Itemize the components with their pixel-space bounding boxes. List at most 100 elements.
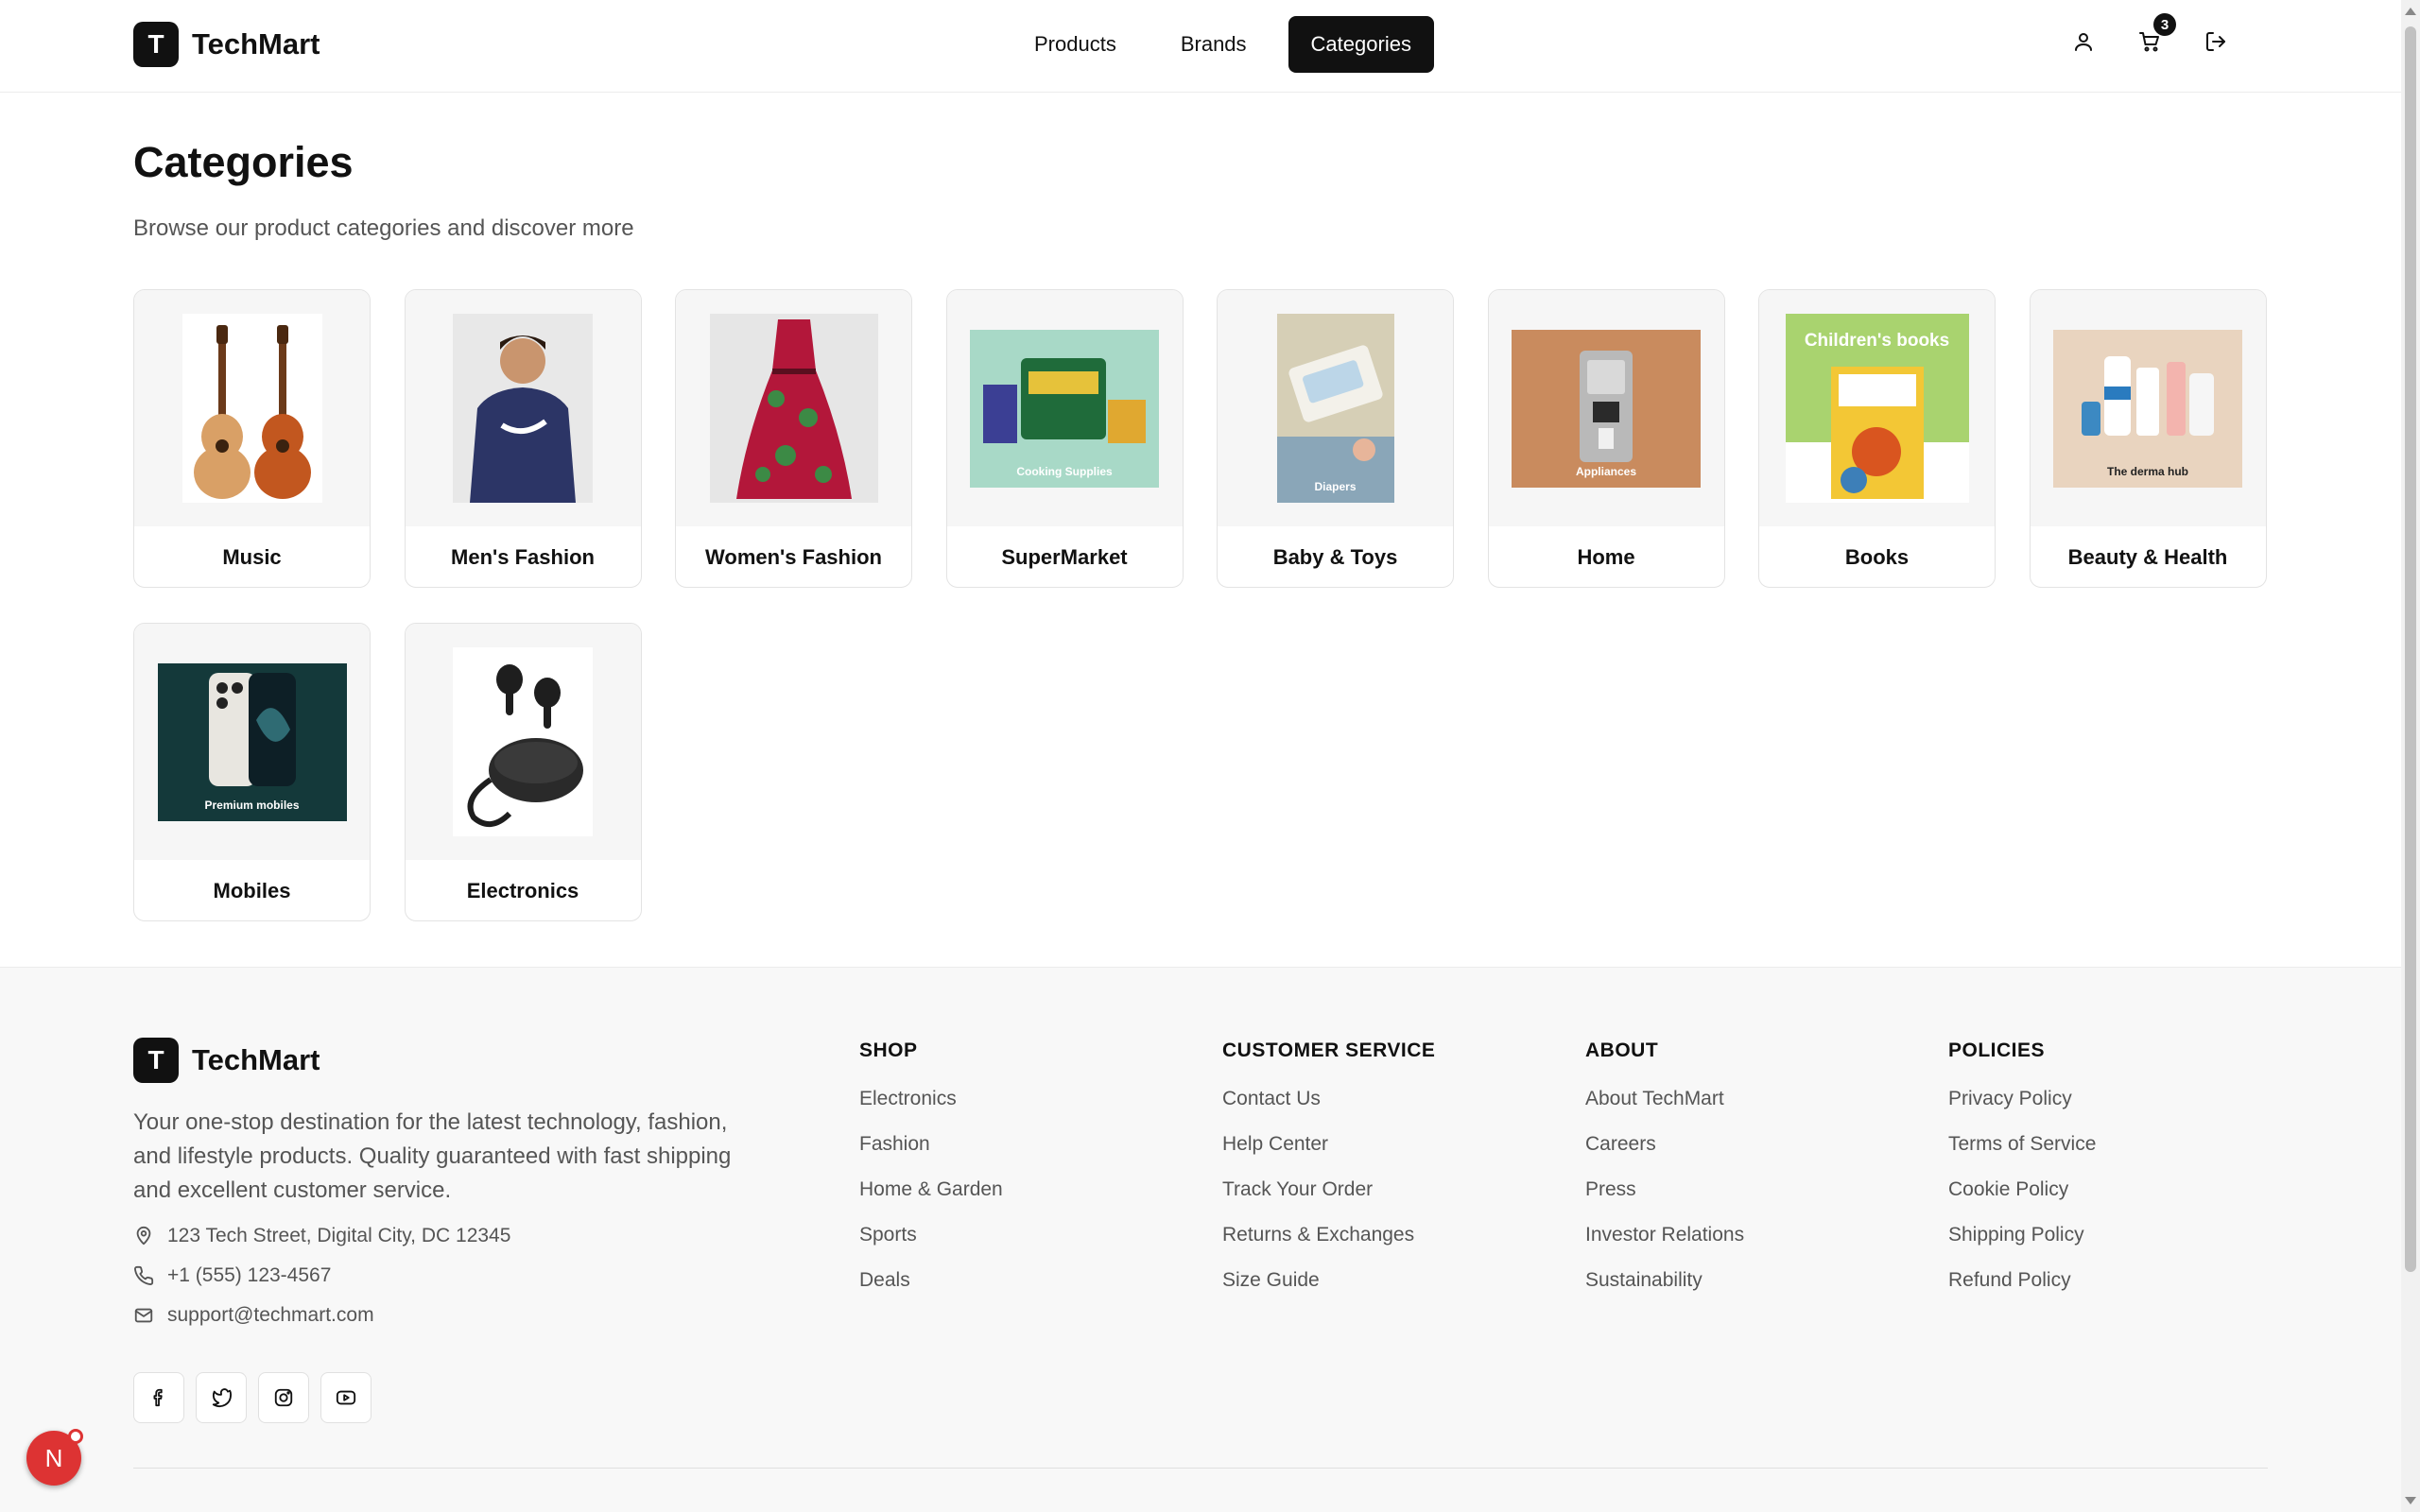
footer-link[interactable]: Cookie Policy <box>1948 1177 2096 1223</box>
footer-link[interactable]: Contact Us <box>1222 1087 1435 1132</box>
floating-avatar-button[interactable]: N <box>26 1429 83 1486</box>
page-scrollbar[interactable] <box>2401 0 2420 1512</box>
footer-col-policies: POLICIES Privacy Policy Terms of Service… <box>1948 1040 2096 1314</box>
footer-col-title: POLICIES <box>1948 1040 2046 1061</box>
youtube-icon[interactable] <box>320 1372 372 1423</box>
header-actions: 3 <box>2070 13 2229 55</box>
footer-link[interactable]: Privacy Policy <box>1948 1087 2096 1132</box>
footer-link[interactable]: Track Your Order <box>1222 1177 1435 1223</box>
address-text: 123 Tech Street, Digital City, DC 12345 <box>167 1225 511 1246</box>
footer-address: 123 Tech Street, Digital City, DC 12345 <box>133 1225 510 1247</box>
location-pin-icon <box>136 1226 151 1246</box>
brand-logo[interactable]: T TechMart <box>133 22 320 67</box>
instagram-icon[interactable] <box>258 1372 309 1423</box>
social-links <box>133 1372 372 1423</box>
logo-mark: T <box>133 22 179 67</box>
cart-count-badge: 3 <box>2153 13 2176 36</box>
main-nav: Products Brands Categories <box>1011 16 1434 73</box>
footer-link[interactable]: Help Center <box>1222 1132 1435 1177</box>
footer-col-title: ABOUT <box>1585 1040 1659 1061</box>
footer-link[interactable]: About TechMart <box>1585 1087 1744 1132</box>
nav-categories[interactable]: Categories <box>1288 16 1434 73</box>
category-card-womens-fashion[interactable]: Women's Fashion <box>675 289 912 588</box>
category-label: Men's Fashion <box>451 545 595 569</box>
footer-link[interactable]: Careers <box>1585 1132 1744 1177</box>
category-card-beauty-health[interactable]: The derma hub Beauty & Health <box>2029 289 2267 588</box>
footer-link[interactable]: Press <box>1585 1177 1744 1223</box>
image-caption: Children's books <box>1804 331 1950 351</box>
category-label: Music <box>222 545 282 569</box>
category-grid: Music Men's Fashion Women's Fashion Cook… <box>133 289 2268 921</box>
scroll-down-arrow-icon[interactable] <box>2405 1497 2416 1504</box>
page-title: Categories <box>133 138 354 186</box>
footer-link[interactable]: Refund Policy <box>1948 1268 2096 1314</box>
category-label: Women's Fashion <box>705 545 882 569</box>
category-card-mens-fashion[interactable]: Men's Fashion <box>404 289 642 588</box>
floral-dress-image <box>709 314 878 503</box>
footer-link[interactable]: Shipping Policy <box>1948 1223 2096 1268</box>
phone-icon <box>134 1265 154 1285</box>
childrens-books-image: Children's books <box>1785 314 1969 503</box>
category-card-supermarket[interactable]: Cooking Supplies SuperMarket <box>945 289 1184 588</box>
footer-link[interactable]: Returns & Exchanges <box>1222 1223 1435 1268</box>
image-caption: Cooking Supplies <box>1016 464 1113 478</box>
footer-link[interactable]: Sports <box>859 1223 1003 1268</box>
premium-mobiles-image: Premium mobiles <box>157 662 347 821</box>
footer-link[interactable]: Deals <box>859 1268 1003 1314</box>
guitars-image <box>182 314 322 503</box>
logo-text: TechMart <box>192 1043 320 1076</box>
earbuds-image <box>453 647 593 836</box>
category-card-home[interactable]: Appliances Home <box>1487 289 1725 588</box>
cart-icon[interactable]: 3 <box>2136 13 2176 55</box>
twitter-icon[interactable] <box>196 1372 247 1423</box>
footer-description: Your one-stop destination for the latest… <box>133 1109 732 1203</box>
image-caption: The derma hub <box>2106 464 2188 478</box>
page-subtitle: Browse our product categories and discov… <box>133 215 634 241</box>
facebook-icon[interactable] <box>133 1372 184 1423</box>
scrollbar-thumb[interactable] <box>2405 26 2416 1272</box>
footer-col-title: CUSTOMER SERVICE <box>1222 1040 1436 1061</box>
category-card-music[interactable]: Music <box>133 289 371 588</box>
notification-dot <box>68 1429 83 1444</box>
category-card-mobiles[interactable]: Premium mobiles Mobiles <box>133 623 371 921</box>
logo-text: TechMart <box>192 27 320 60</box>
hoodie-model-image <box>453 314 593 503</box>
derma-hub-image: The derma hub <box>2053 329 2242 488</box>
footer-link[interactable]: Fashion <box>859 1132 1003 1177</box>
footer-phone: +1 (555) 123-4567 <box>133 1264 331 1287</box>
scroll-up-arrow-icon[interactable] <box>2405 8 2416 15</box>
image-caption: Premium mobiles <box>204 798 300 812</box>
category-card-baby-toys[interactable]: Diapers Baby & Toys <box>1217 289 1454 588</box>
image-caption: Appliances <box>1575 464 1637 478</box>
image-caption: Diapers <box>1314 480 1357 493</box>
footer-link[interactable]: Size Guide <box>1222 1268 1435 1314</box>
footer-link[interactable]: Sustainability <box>1585 1268 1744 1314</box>
footer-col-shop: SHOP Electronics Fashion Home & Garden S… <box>859 1040 1003 1314</box>
category-card-books[interactable]: Children's books Books <box>1758 289 1996 588</box>
category-label: Beauty & Health <box>2067 545 2228 569</box>
site-footer: T TechMart Your one-stop destination for… <box>0 967 2401 1512</box>
logo-mark: T <box>133 1038 179 1083</box>
footer-link[interactable]: Investor Relations <box>1585 1223 1744 1268</box>
user-icon[interactable] <box>2070 28 2097 55</box>
category-label: Mobiles <box>213 879 291 902</box>
category-label: Electronics <box>466 879 579 902</box>
nav-products[interactable]: Products <box>1011 16 1139 73</box>
footer-col-customer-service: CUSTOMER SERVICE Contact Us Help Center … <box>1222 1040 1435 1314</box>
footer-brand[interactable]: T TechMart <box>133 1038 320 1083</box>
appliances-image: Appliances <box>1512 329 1701 488</box>
email-text: support@techmart.com <box>167 1304 374 1326</box>
category-card-electronics[interactable]: Electronics <box>404 623 642 921</box>
footer-email: support@techmart.com <box>133 1304 374 1327</box>
logout-icon[interactable] <box>2203 28 2229 55</box>
nav-brands[interactable]: Brands <box>1158 16 1270 73</box>
footer-link[interactable]: Home & Garden <box>859 1177 1003 1223</box>
footer-link[interactable]: Terms of Service <box>1948 1132 2096 1177</box>
site-header: T TechMart Products Brands Categories 3 <box>0 0 2401 93</box>
category-label: Home <box>1577 545 1635 569</box>
mail-icon <box>134 1308 153 1323</box>
avatar-letter: N <box>44 1443 63 1472</box>
footer-col-about: ABOUT About TechMart Careers Press Inves… <box>1585 1040 1744 1314</box>
phone-text: +1 (555) 123-4567 <box>167 1264 332 1286</box>
footer-link[interactable]: Electronics <box>859 1087 1003 1132</box>
